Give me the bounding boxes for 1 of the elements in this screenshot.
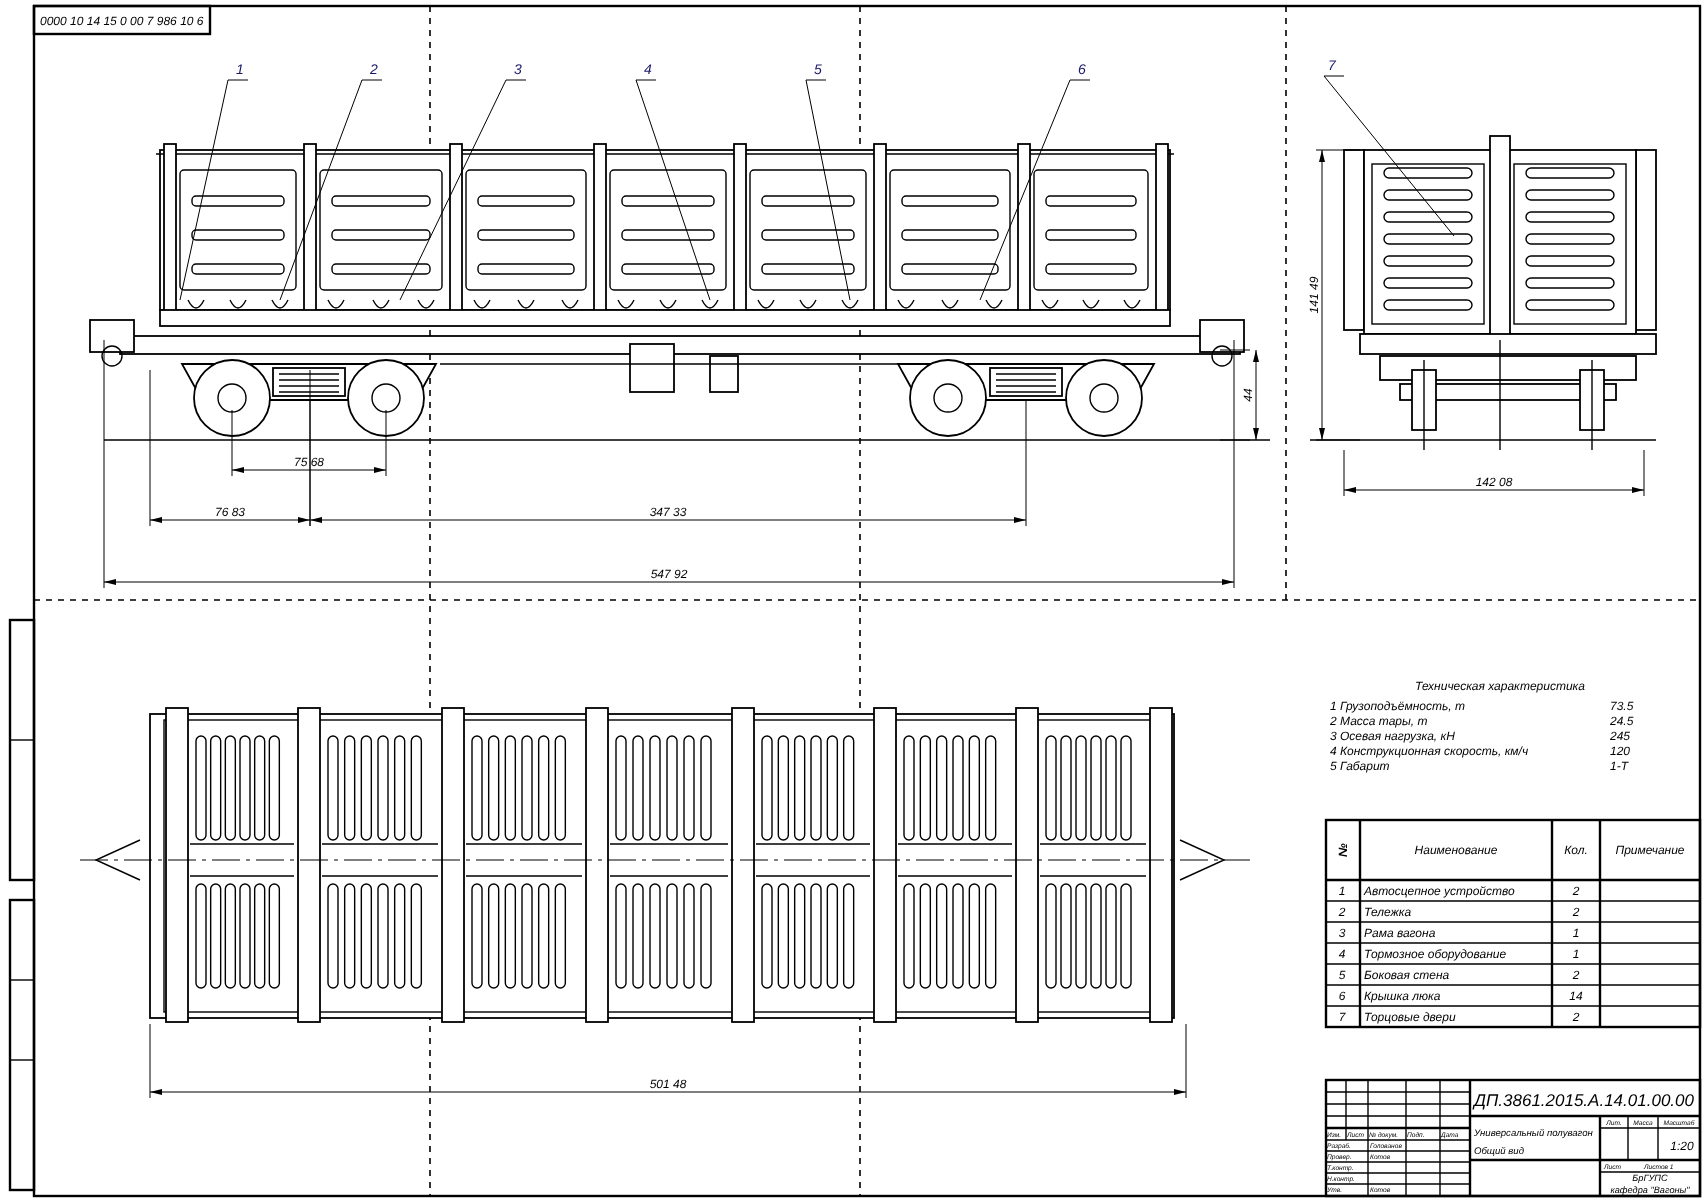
document-code: ДП.3861.2015.А.14.01.00.00 (1474, 1090, 1694, 1110)
